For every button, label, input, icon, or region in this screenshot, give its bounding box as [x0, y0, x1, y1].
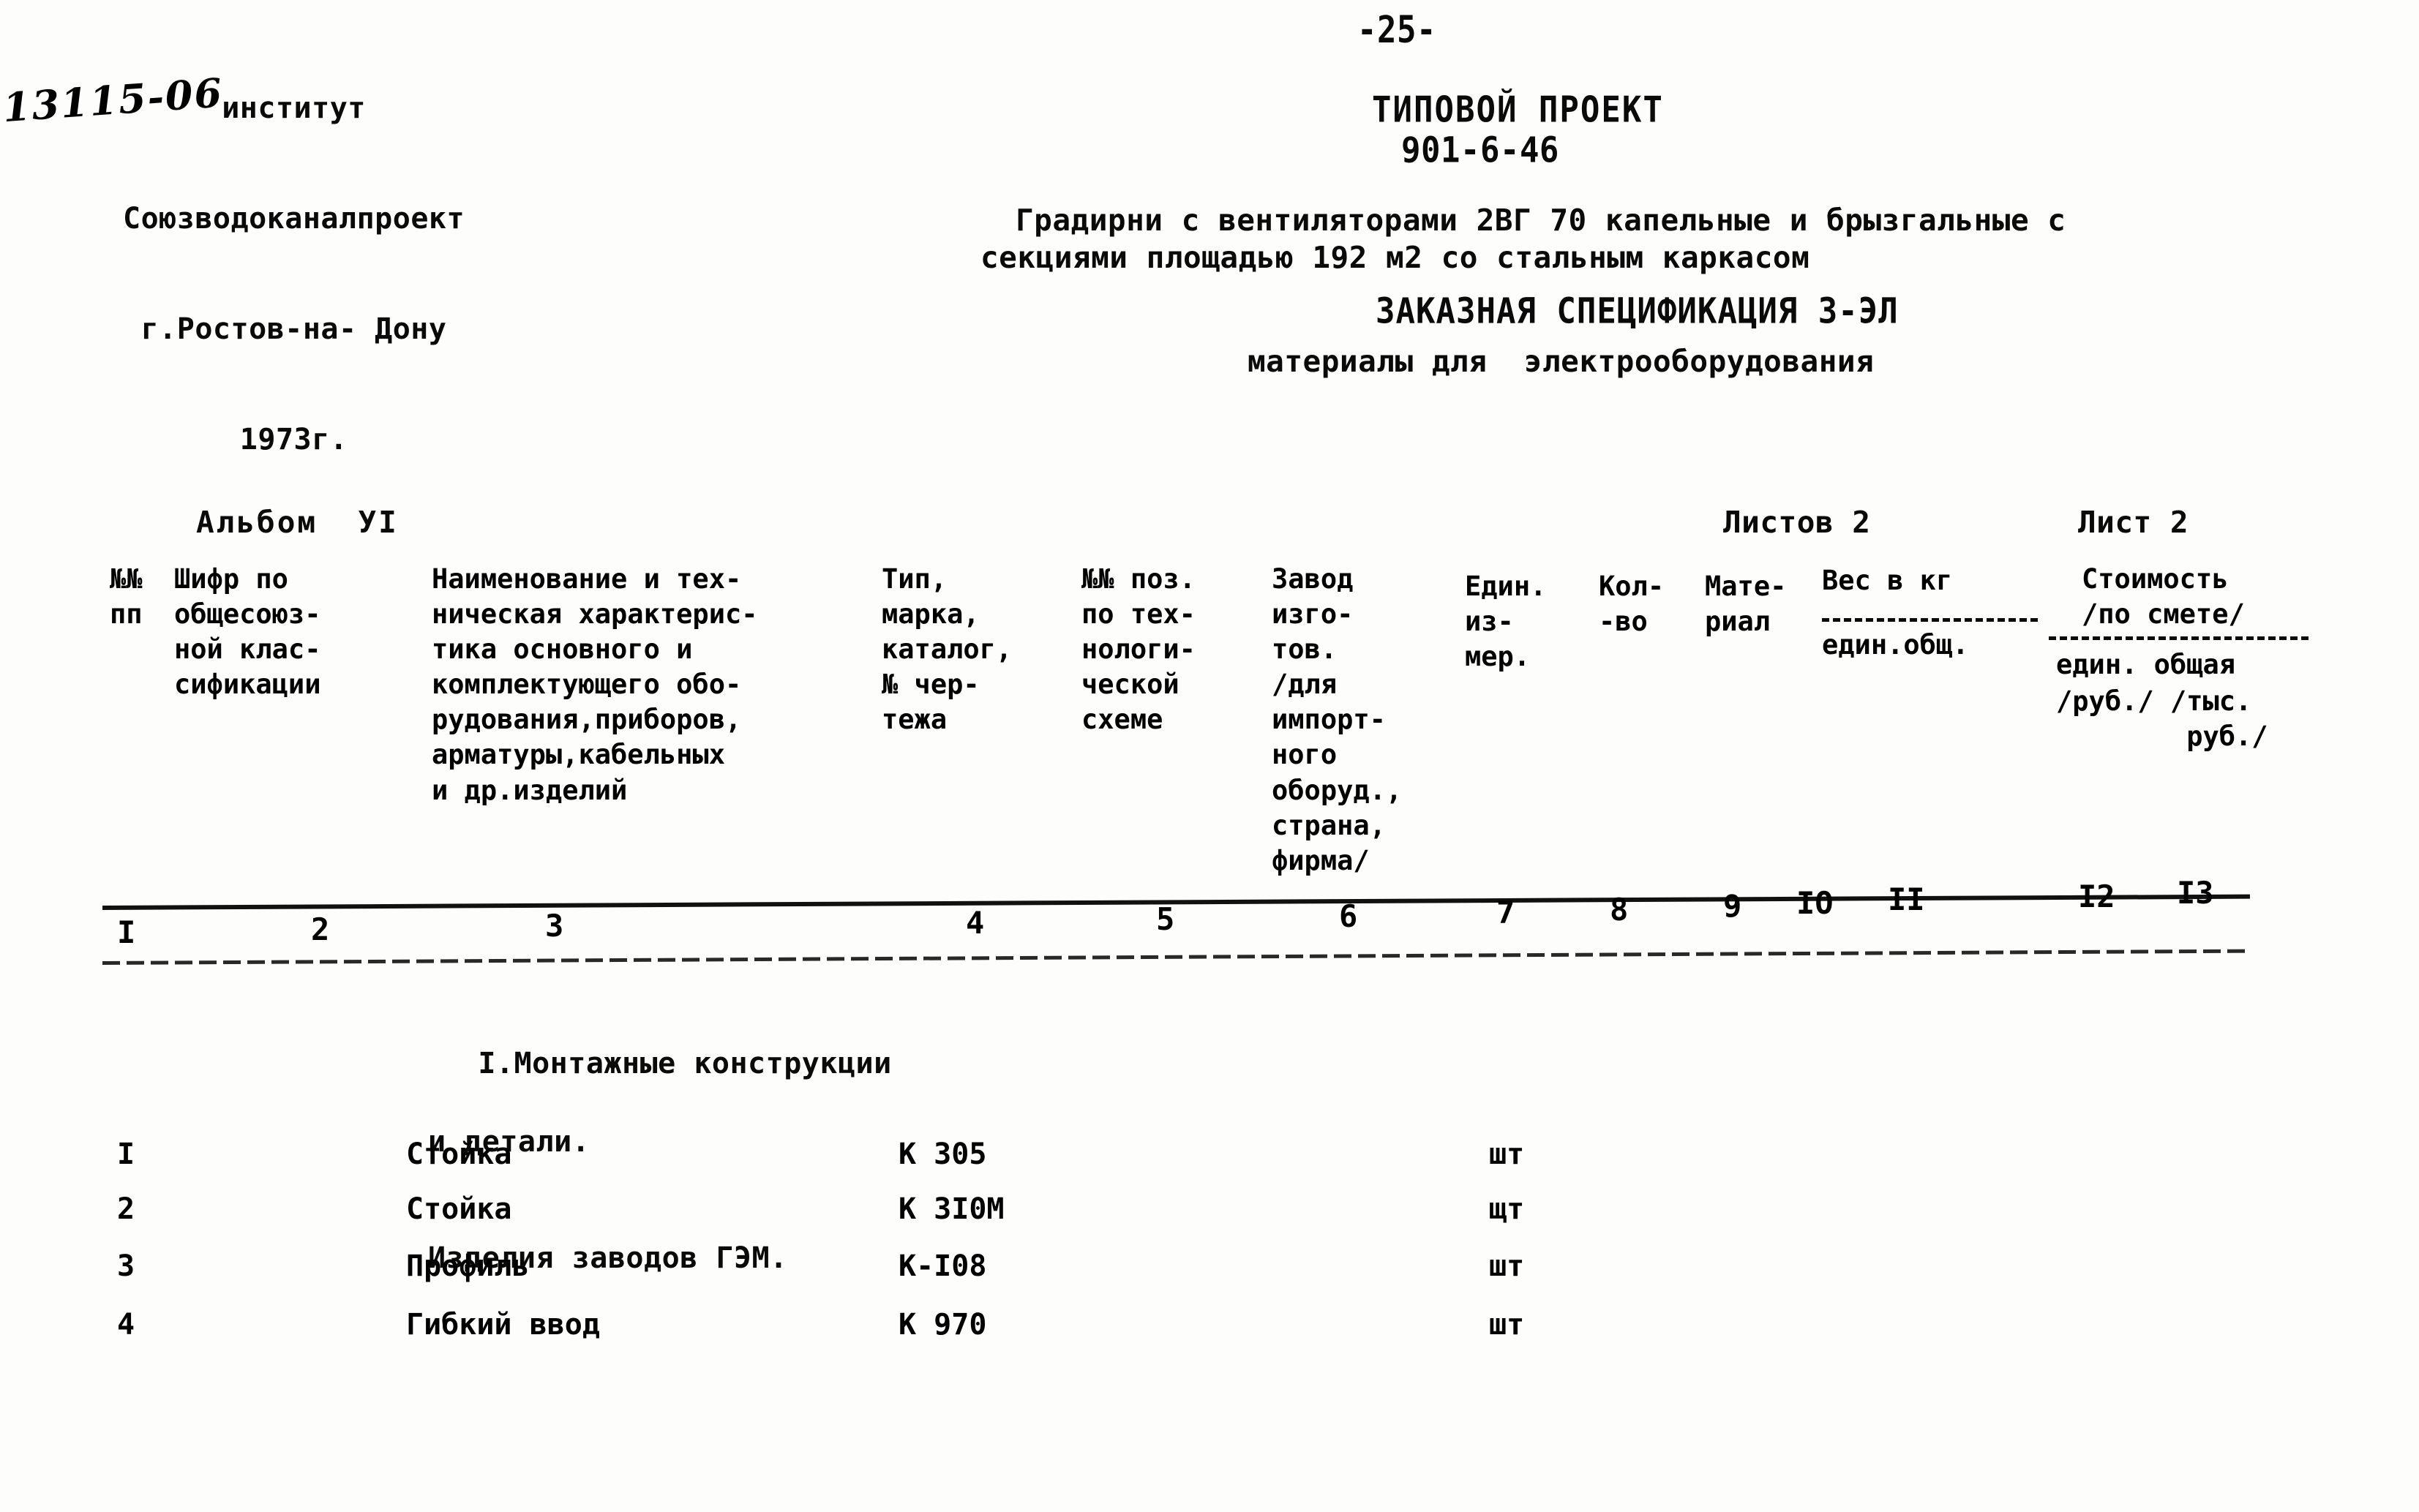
- table-header-cost-sub-1: един. общая: [2056, 649, 2236, 680]
- table-column-number: 6: [1339, 898, 1358, 934]
- specification-subtitle: материалы для электрооборудования: [1248, 344, 1875, 379]
- table-header-cost-sub-2: /руб./ /тыс. руб./: [2056, 685, 2268, 753]
- table-rule-bottom: [102, 949, 2250, 965]
- row-item-name: Гибкий ввод: [406, 1308, 600, 1342]
- row-item-unit: шт: [1489, 1308, 1525, 1342]
- table-header-col-7: Един. из- мер.: [1465, 571, 1547, 673]
- table-header-weight-sub: един.общ.: [1822, 629, 1969, 661]
- table-column-number: I: [117, 914, 136, 950]
- table-column-number: 3: [545, 908, 564, 944]
- row-item-type: К 3I0М: [899, 1192, 1005, 1226]
- table-header-col-9: Мате- риал: [1705, 571, 1787, 638]
- row-number: I: [117, 1137, 135, 1171]
- specification-title: ЗАКАЗНАЯ СПЕЦИФИКАЦИЯ З-ЭЛ: [1376, 290, 1899, 332]
- project-type-label: ТИПОВОЙ ПРОЕКТ: [1372, 89, 1664, 132]
- institute-line-3: г.Ростов-на- Дону: [140, 312, 447, 347]
- row-item-type: К-I08: [899, 1249, 987, 1283]
- row-item-name: Стойка: [406, 1192, 512, 1226]
- table-header-col-3: Наименование и тех- ническая характерис-…: [432, 563, 758, 806]
- table-header-col-8: Кол- -во: [1599, 571, 1665, 638]
- table-header-col-6: Завод изго- тов. /для импорт- ного обору…: [1272, 563, 1403, 876]
- row-number: 4: [117, 1308, 135, 1342]
- table-header-cost: Стоимость /по смете/: [2082, 563, 2245, 631]
- table-column-number: 2: [311, 911, 330, 947]
- cost-group-divider: [2049, 636, 2309, 640]
- table-column-number: 7: [1496, 895, 1515, 931]
- institute-line-2: Союзводоканалпроект: [123, 201, 465, 236]
- table-column-number: 5: [1156, 901, 1175, 938]
- sheet-number-label: Лист 2: [2078, 505, 2189, 540]
- row-item-unit: шт: [1489, 1249, 1525, 1283]
- project-description-line-1: Градирни с вентиляторами 2ВГ 70 капельны…: [1016, 203, 2066, 238]
- institute-line-4: 1973г.: [239, 423, 348, 457]
- table-column-number: IO: [1796, 884, 1834, 921]
- table-section-heading: I.Монтажные конструкции и детали. Издели…: [406, 1006, 892, 1356]
- table-column-number: II: [1888, 881, 1925, 918]
- table-column-number: 4: [966, 904, 985, 941]
- project-description-line-2: секциями площадью 192 м2 со стальным кар…: [980, 240, 1810, 275]
- weight-group-divider: [1822, 618, 2038, 622]
- section-heading-line-1: I.Монтажные конструкции: [478, 1047, 892, 1081]
- project-code: 901-6-46: [1401, 129, 1559, 171]
- table-header-col-1: №№ пп: [110, 563, 143, 631]
- sheets-total-label: Листов 2: [1723, 505, 1871, 540]
- row-item-type: К 305: [899, 1137, 987, 1171]
- table-header-col-5: №№ поз. по тех- нологи- ческой схеме: [1081, 563, 1196, 736]
- document-page: институт Союзводоканалпроект г.Ростов-на…: [0, 0, 2419, 1512]
- album-label: Альбом УI: [196, 505, 399, 540]
- table-header-col-2: Шифр по общесоюз- ной клас- сификации: [174, 563, 321, 701]
- table-column-number: I3: [2177, 875, 2214, 911]
- table-header-col-4: Тип, марка, каталог, № чер- тежа: [882, 563, 1013, 736]
- row-number: 3: [117, 1249, 135, 1283]
- row-item-unit: шт: [1489, 1137, 1525, 1171]
- row-item-type: К 970: [899, 1308, 987, 1342]
- row-item-name: Стойка: [406, 1137, 512, 1171]
- row-item-unit: щт: [1489, 1192, 1525, 1226]
- table-column-number: I2: [2078, 878, 2115, 914]
- table-column-number: 8: [1610, 891, 1629, 928]
- row-number: 2: [117, 1192, 135, 1226]
- table-column-number: 9: [1723, 888, 1742, 925]
- table-rule-top: [102, 894, 2250, 910]
- table-header-weight: Вес в кг: [1822, 565, 1953, 596]
- row-item-name: Профиль: [406, 1249, 530, 1283]
